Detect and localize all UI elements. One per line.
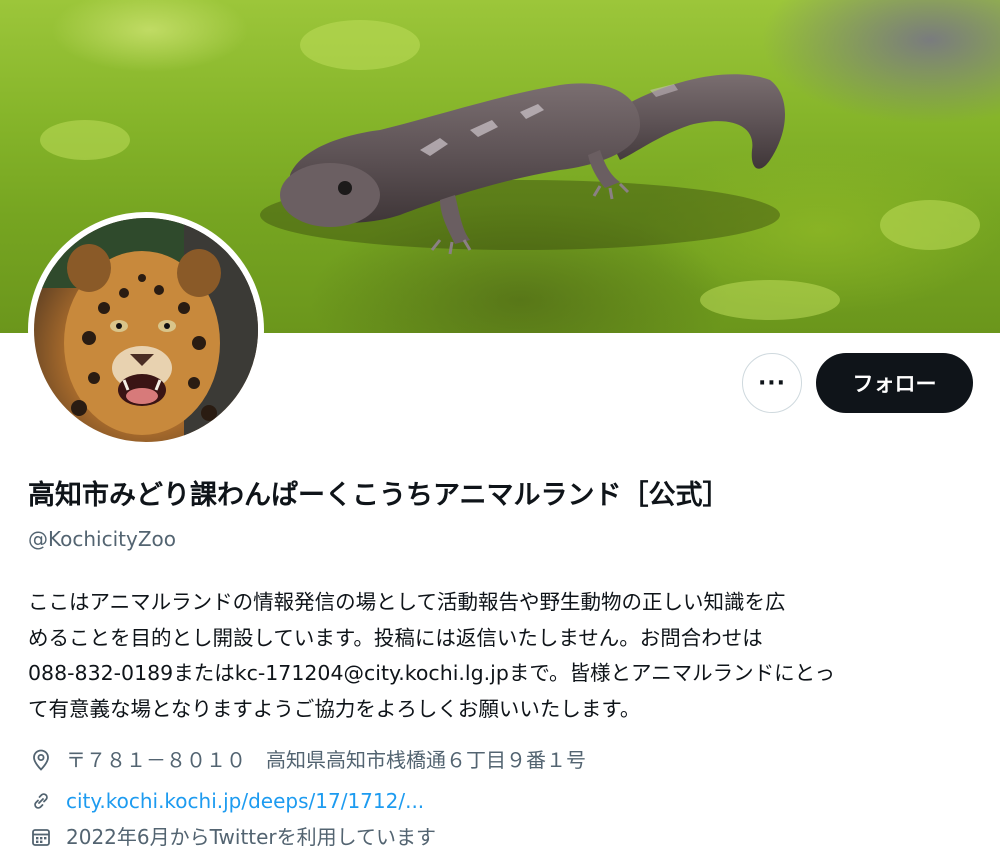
profile-join-date: 2022年6月からTwitterを利用しています	[28, 823, 436, 851]
profile-location: 〒７８１－８０１０ 高知県高知市桟橋通６丁目９番１号	[28, 746, 586, 774]
profile-bio: ここはアニマルランドの情報発信の場として活動報告や野生動物の正しい知識を広 める…	[28, 590, 835, 721]
display-name: 高知市みどり課わんぱーくこうちアニマルランド［公式］	[28, 480, 730, 511]
more-icon: ···	[757, 370, 787, 396]
join-date-text: 2022年6月からTwitterを利用しています	[66, 825, 437, 849]
user-handle: @KochicityZoo	[28, 527, 176, 551]
calendar-icon	[28, 824, 54, 850]
jaguar-photo	[34, 218, 258, 442]
profile-avatar[interactable]	[28, 212, 264, 448]
link-icon	[28, 788, 54, 814]
jaguar-illustration	[34, 218, 258, 442]
more-options-button[interactable]: ···	[742, 353, 802, 413]
location-text: 〒７８１－８０１０ 高知県高知市桟橋通６丁目９番１号	[66, 748, 586, 772]
follow-button-label: フォロー	[852, 372, 937, 396]
profile-website[interactable]: city.kochi.kochi.jp/deeps/17/1712/...	[28, 787, 424, 815]
follow-button[interactable]: フォロー	[816, 353, 973, 413]
website-link[interactable]: city.kochi.kochi.jp/deeps/17/1712/...	[66, 787, 424, 815]
location-pin-icon	[28, 747, 54, 773]
